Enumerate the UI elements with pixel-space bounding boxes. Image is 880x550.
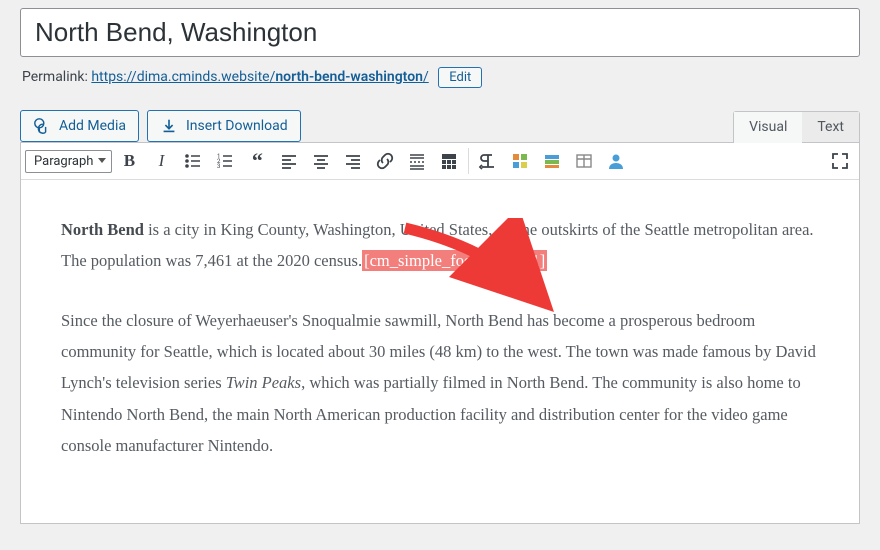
link-icon[interactable] — [370, 147, 400, 175]
align-right-icon[interactable] — [338, 147, 368, 175]
footnote-shortcode: [cm_simple_footnote id=1] — [362, 250, 547, 271]
editor-body[interactable]: North Bend is a city in King County, Was… — [21, 180, 859, 523]
italic-icon[interactable]: I — [146, 147, 176, 175]
number-list-icon[interactable]: 123 — [210, 147, 240, 175]
editor-mode-tabs: Visual Text — [733, 111, 860, 142]
blockquote-icon[interactable]: “ — [242, 147, 272, 175]
align-left-icon[interactable] — [274, 147, 304, 175]
media-icon — [33, 117, 51, 135]
add-media-button[interactable]: Add Media — [20, 110, 139, 142]
svg-text:3: 3 — [217, 163, 220, 170]
plugin-row-icon[interactable] — [537, 147, 567, 175]
toolbar-toggle-icon[interactable] — [434, 147, 464, 175]
fullscreen-icon[interactable] — [825, 147, 855, 175]
more-tag-icon[interactable] — [402, 147, 432, 175]
strong-text: North Bend — [61, 220, 144, 239]
download-icon — [160, 117, 178, 135]
plugin-columns-icon[interactable] — [569, 147, 599, 175]
plugin-block-icon[interactable] — [505, 147, 535, 175]
insert-download-button[interactable]: Insert Download — [147, 110, 301, 142]
paragraph-1: North Bend is a city in King County, Was… — [61, 214, 819, 277]
format-select[interactable]: Paragraph — [25, 150, 112, 173]
permalink-label: Permalink: — [22, 69, 88, 85]
chevron-down-icon — [98, 158, 106, 163]
paragraph-direction-icon[interactable] — [473, 147, 503, 175]
permalink-row: Permalink: https://dima.cminds.website/n… — [22, 67, 858, 88]
paragraph-2: Since the closure of Weyerhaeuser's Snoq… — [61, 305, 819, 462]
italic-text: Twin Peaks — [226, 373, 301, 392]
tab-visual[interactable]: Visual — [734, 112, 802, 143]
bold-icon[interactable]: B — [114, 147, 144, 175]
bullet-list-icon[interactable] — [178, 147, 208, 175]
post-title-input[interactable] — [20, 8, 860, 57]
tab-text[interactable]: Text — [802, 112, 859, 142]
separator — [468, 148, 469, 174]
editor: Paragraph B I 123 “ North Ben — [20, 142, 860, 524]
permalink-url[interactable]: https://dima.cminds.website/north-bend-w… — [91, 69, 428, 85]
permalink-edit-button[interactable]: Edit — [438, 67, 482, 88]
plugin-user-icon[interactable] — [601, 147, 631, 175]
editor-toolbar: Paragraph B I 123 “ — [21, 143, 859, 180]
align-center-icon[interactable] — [306, 147, 336, 175]
